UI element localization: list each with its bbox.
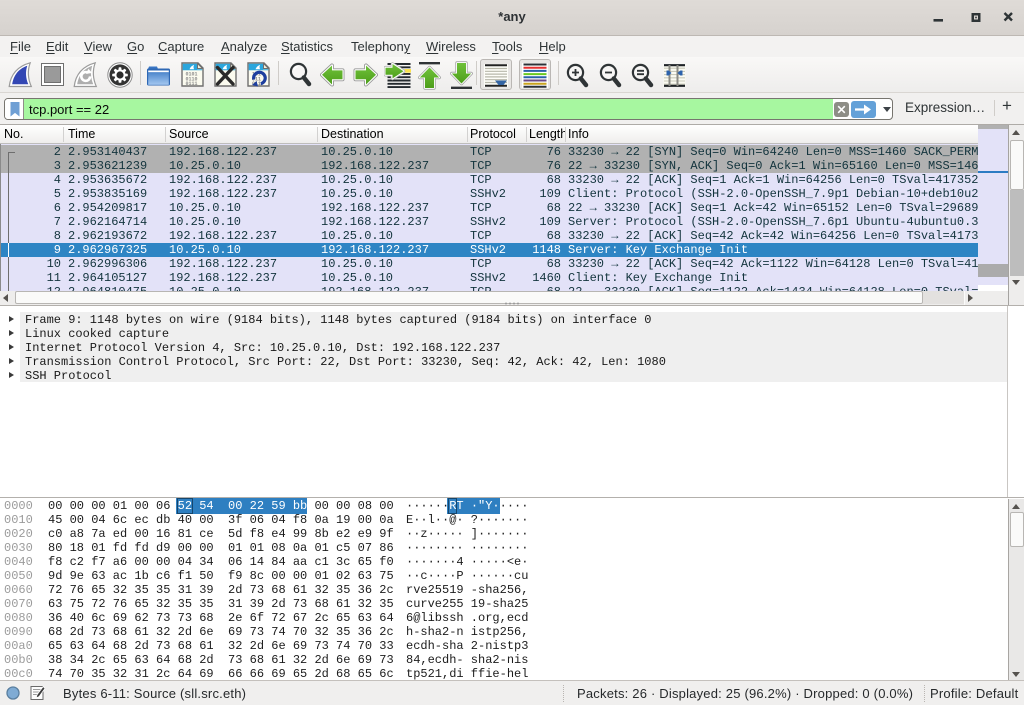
svg-text:0111: 0111 bbox=[186, 81, 198, 87]
